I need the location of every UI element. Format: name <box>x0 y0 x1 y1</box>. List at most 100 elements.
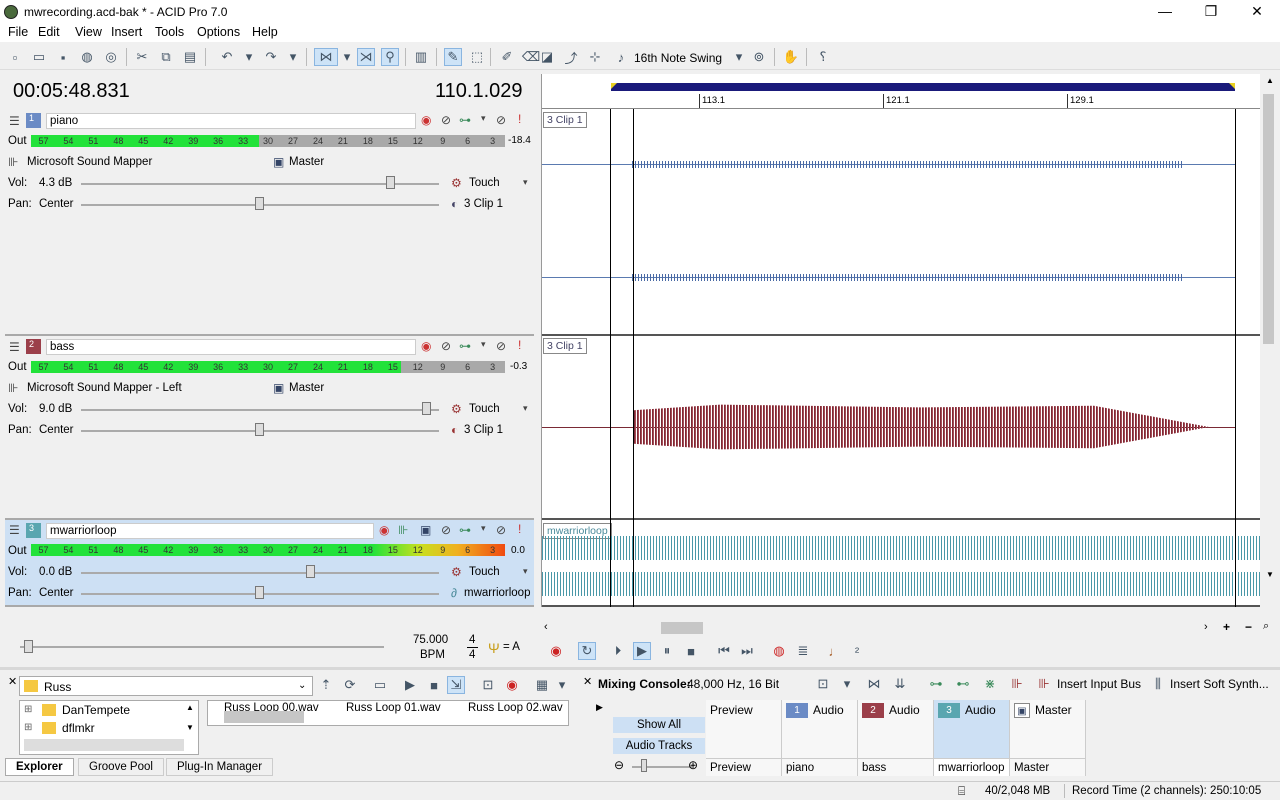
automation-mode[interactable]: Touch <box>469 566 500 578</box>
track-bass[interactable]: ☰ 2 bass ◉ ⊘ ⊶ ▾ ⊘ ! Out 57 54 51 48 45 … <box>5 336 534 520</box>
file-item[interactable]: Russ Loop 01.wav <box>346 702 441 714</box>
track-name-field[interactable]: piano <box>46 113 416 129</box>
console-view-icon[interactable]: ⊡ <box>814 675 832 693</box>
pause-icon[interactable]: ⏸ <box>658 642 676 660</box>
volume-slider-thumb[interactable] <box>386 176 395 189</box>
clip-label[interactable]: 3 Clip 1 <box>543 112 587 128</box>
redo-icon[interactable]: ↷ <box>262 48 280 66</box>
playback-cursor[interactable] <box>633 109 634 607</box>
folder-tree[interactable]: ⊞ DanTempete ⊞ dflmkr ▲ ▼ <box>19 700 199 755</box>
output-device[interactable]: Microsoft Sound Mapper - Left <box>27 382 182 394</box>
track-name-field[interactable]: mwarriorloop <box>46 523 374 539</box>
volume-slider-thumb[interactable] <box>422 402 431 415</box>
metronome-icon[interactable]: ▥ <box>412 48 430 66</box>
refresh-icon[interactable]: ⟳ <box>341 676 359 694</box>
tree-item[interactable]: dflmkr <box>62 721 95 735</box>
stop-icon[interactable]: ■ <box>682 642 700 660</box>
console-view-dropdown-icon[interactable]: ▾ <box>838 675 856 693</box>
input-bus-icon[interactable]: ⊪ <box>1035 675 1053 693</box>
tree-hscroll[interactable] <box>24 739 184 751</box>
volume-slider-thumb[interactable] <box>306 565 315 578</box>
track-mwarriorloop[interactable]: ☰ 3 mwarriorloop ◉ ⊪ ▣ ⊘ ⊶ ▾ ⊘ ! Out 57 … <box>5 520 534 607</box>
zoom-in-icon[interactable]: + <box>1223 620 1230 634</box>
menu-file[interactable]: File <box>8 25 28 39</box>
cut-icon[interactable]: ✂ <box>133 48 151 66</box>
metronome-record-icon[interactable]: ◍ <box>770 642 788 660</box>
bypass-icon[interactable]: ⊘ <box>441 113 451 127</box>
fx-icon[interactable]: ⊶ <box>459 339 471 353</box>
fx-dropdown-icon[interactable]: ▾ <box>481 523 486 534</box>
pan-slider-thumb[interactable] <box>255 423 264 436</box>
clip-name[interactable]: 3 Clip 1 <box>464 198 503 210</box>
project-key[interactable]: = A <box>503 641 520 653</box>
tab-explorer[interactable]: Explorer <box>5 758 74 776</box>
groove-dropdown-icon[interactable]: ▾ <box>730 48 748 66</box>
draw-tool-icon[interactable]: ✎ <box>444 48 462 66</box>
restore-button[interactable]: ❐ <box>1188 0 1234 24</box>
fx-icon[interactable]: ⊶ <box>459 523 471 537</box>
narrow-strips-icon[interactable]: ⋈ <box>865 675 883 693</box>
menu-edit[interactable]: Edit <box>38 25 60 39</box>
start-preview-icon[interactable]: ⊡ <box>479 676 497 694</box>
zoom-tool-icon[interactable]: ⌕ <box>1263 620 1269 633</box>
meter-options-icon[interactable]: ⇊ <box>891 675 909 693</box>
insert-bus-fx-icon[interactable]: ⊶ <box>927 675 945 693</box>
selection-tool-icon[interactable]: ⬚ <box>468 48 486 66</box>
tab-groove-pool[interactable]: Groove Pool <box>78 758 164 776</box>
loop-start-marker[interactable] <box>611 83 617 89</box>
soft-synth-icon[interactable]: ⫼ <box>1149 675 1167 693</box>
fx-icon[interactable]: ⊶ <box>459 113 471 127</box>
mute-icon[interactable]: ⊘ <box>496 113 506 127</box>
solo-icon[interactable]: ! <box>518 338 521 352</box>
loop-playback-icon[interactable]: ↻ <box>578 642 596 660</box>
strip-width-thumb[interactable] <box>641 759 647 772</box>
up-folder-icon[interactable]: ⇡ <box>317 676 335 694</box>
save-icon[interactable]: ▪ <box>54 48 72 66</box>
insert-input-bus-button[interactable]: Insert Input Bus <box>1057 677 1141 691</box>
automation-gear-icon[interactable]: ⚙ <box>451 402 462 416</box>
bypass-icon[interactable]: ⊘ <box>441 523 451 537</box>
mute-icon[interactable]: ⊘ <box>496 339 506 353</box>
hscroll-thumb[interactable] <box>661 622 703 634</box>
menu-options[interactable]: Options <box>197 25 240 39</box>
properties-icon[interactable]: ◎ <box>102 48 120 66</box>
audio-tracks-button[interactable]: Audio Tracks <box>613 738 705 754</box>
go-to-end-icon[interactable]: ⏭ <box>738 642 756 660</box>
fx-dropdown-icon[interactable]: ▾ <box>481 113 486 124</box>
scroll-down-icon[interactable]: ▼ <box>1266 570 1274 579</box>
file-list[interactable]: Russ Loop 00.wav Russ Loop 01.wav Russ L… <box>207 700 569 726</box>
preview-stop-icon[interactable]: ■ <box>425 676 443 694</box>
insert-assignable-fx-icon[interactable]: ⊷ <box>954 675 972 693</box>
path-dropdown-icon[interactable]: ⌄ <box>298 680 306 691</box>
envelope-tool-icon[interactable]: ⤴ <box>562 48 580 66</box>
loop-end-marker[interactable] <box>1229 83 1235 89</box>
snap-dropdown-icon[interactable]: ▾ <box>338 48 356 66</box>
track-piano[interactable]: ☰ 1 piano ◉ ⊘ ⊶ ▾ ⊘ ! Out 57 54 51 48 45… <box>5 110 534 336</box>
timeline-hscroll[interactable]: ‹ › + − ⌕ <box>541 620 1279 636</box>
pan-slider-thumb[interactable] <box>255 586 264 599</box>
volume-slider[interactable] <box>81 409 439 411</box>
mixer-strip-master[interactable]: ▣ Master Master <box>1010 700 1086 776</box>
timeline[interactable]: 113.1 121.1 129.1 3 Clip 1 3 Clip 1 mwar… <box>541 74 1261 607</box>
new-icon[interactable]: ▫ <box>6 48 24 66</box>
tree-scroll-up-icon[interactable]: ▲ <box>186 703 194 712</box>
bus-name[interactable]: Master <box>289 156 324 168</box>
pan-slider-thumb[interactable] <box>255 197 264 210</box>
tree-expand-icon[interactable]: ⊞ <box>24 722 32 733</box>
vscroll-thumb[interactable] <box>1263 94 1274 344</box>
record-arm-icon[interactable]: ◉ <box>421 339 431 353</box>
track-name-field[interactable]: bass <box>46 339 416 355</box>
file-list-scroll-thumb[interactable] <box>224 711 304 723</box>
menu-insert[interactable]: Insert <box>111 25 142 39</box>
close-console-icon[interactable]: ✕ <box>583 675 592 688</box>
tab-plugin-manager[interactable]: Plug-In Manager <box>166 758 274 776</box>
tree-item[interactable]: DanTempete <box>62 703 130 717</box>
mixer-view-icon[interactable]: ≣ <box>794 642 812 660</box>
scroll-up-icon[interactable]: ▲ <box>1266 76 1274 85</box>
time-signature-top[interactable]: 4 <box>469 634 475 646</box>
clip-name[interactable]: 3 Clip 1 <box>464 424 503 436</box>
record-arm-icon[interactable]: ◉ <box>421 113 431 127</box>
automation-dropdown-icon[interactable]: ▾ <box>523 177 528 188</box>
time-signature-bottom[interactable]: 4 <box>469 649 475 661</box>
eraser-icon[interactable]: ◪ <box>538 48 556 66</box>
